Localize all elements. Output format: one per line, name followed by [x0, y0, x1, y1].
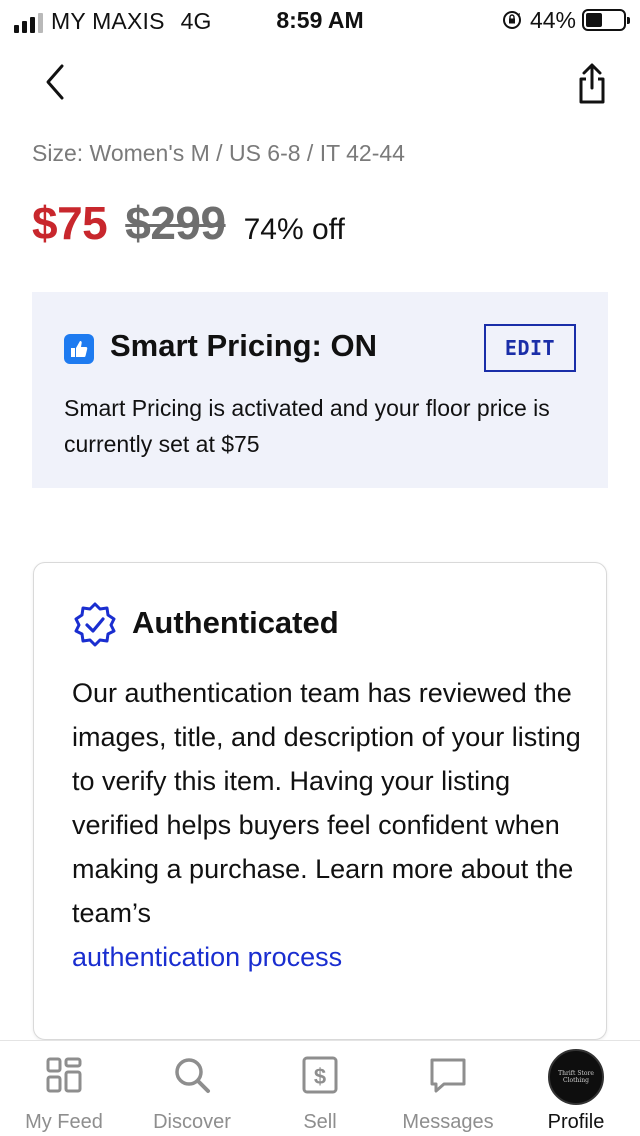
tab-bar: My Feed Discover $ Sell Messages Thrift …: [0, 1040, 640, 1136]
original-price: $299: [125, 197, 226, 249]
nav-bar: [0, 60, 640, 108]
thumbs-up-icon: [64, 334, 94, 364]
tab-discover[interactable]: Discover: [128, 1041, 256, 1136]
price-row: $75 $299 74% off: [32, 196, 345, 250]
avatar-text: Thrift Store Clothing: [558, 1070, 594, 1084]
status-bar: MY MAXIS 4G 8:59 AM 44%: [0, 0, 640, 40]
tab-my-feed[interactable]: My Feed: [0, 1041, 128, 1136]
tab-label: Sell: [303, 1111, 337, 1133]
tab-profile[interactable]: Thrift Store Clothing Profile: [512, 1041, 640, 1136]
smart-pricing-title: Smart Pricing: ON: [110, 328, 377, 363]
authenticated-text: Our authentication team has reviewed the…: [72, 678, 581, 928]
tab-label: Messages: [402, 1111, 494, 1133]
chat-bubble-icon: [430, 1058, 466, 1093]
size-info: Size: Women's M / US 6-8 / IT 42-44: [32, 140, 405, 166]
tab-label: My Feed: [25, 1111, 103, 1133]
share-icon[interactable]: [572, 62, 612, 106]
orientation-lock-icon: [502, 11, 521, 29]
tab-label: Profile: [547, 1111, 605, 1133]
tab-sell[interactable]: $ Sell: [256, 1041, 384, 1136]
authentication-process-link[interactable]: authentication process: [72, 942, 342, 972]
smart-pricing-panel: Smart Pricing: ON EDIT Smart Pricing is …: [32, 292, 608, 488]
svg-text:$: $: [314, 1064, 326, 1089]
edit-button[interactable]: EDIT: [484, 324, 576, 372]
status-right: 44%: [502, 7, 630, 33]
screen: MY MAXIS 4G 8:59 AM 44% Size: Women's M …: [0, 0, 640, 1136]
authenticated-body: Our authentication team has reviewed the…: [72, 671, 582, 979]
tab-messages[interactable]: Messages: [384, 1041, 512, 1136]
battery-percent: 44%: [529, 7, 576, 33]
avatar: Thrift Store Clothing: [548, 1049, 604, 1105]
search-icon: [175, 1058, 210, 1093]
smart-pricing-description: Smart Pricing is activated and your floo…: [64, 395, 550, 457]
grid-icon: [46, 1057, 82, 1093]
discount-label: 74% off: [243, 213, 345, 246]
verified-badge-icon: [74, 602, 116, 647]
chevron-left-icon[interactable]: [36, 60, 76, 104]
battery-icon: [582, 9, 630, 31]
current-price: $75: [32, 197, 108, 249]
authenticated-title: Authenticated: [132, 605, 339, 640]
tab-label: Discover: [153, 1111, 231, 1133]
authenticated-card: Authenticated Our authentication team ha…: [33, 562, 607, 1040]
dollar-tag-icon: $: [302, 1056, 338, 1094]
